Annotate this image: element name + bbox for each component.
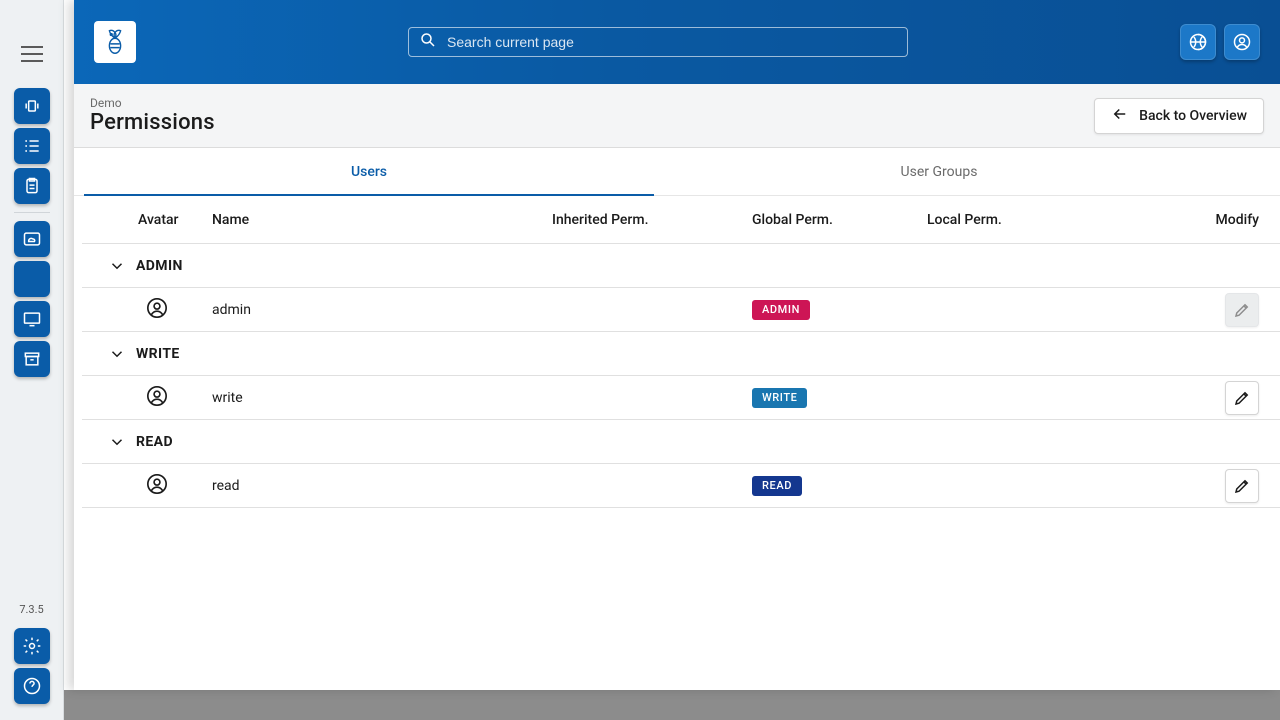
cell-global: READ: [752, 476, 927, 496]
group-label: WRITE: [136, 346, 180, 362]
page-header: Demo Permissions Back to Overview: [74, 84, 1280, 148]
perm-chip: WRITE: [752, 388, 807, 408]
cell-name: read: [212, 478, 552, 494]
edit-button[interactable]: [1225, 469, 1259, 503]
edit-button: [1225, 293, 1259, 327]
nav-deploy-icon[interactable]: [14, 88, 50, 124]
cell-name: write: [212, 390, 552, 406]
edit-button[interactable]: [1225, 381, 1259, 415]
version-label: 7.3.5: [19, 603, 43, 616]
col-avatar: Avatar: [82, 212, 212, 228]
nav-settings-icon[interactable]: [14, 628, 50, 664]
chevron-down-icon: [108, 257, 126, 275]
breadcrumb[interactable]: Demo: [90, 96, 215, 110]
nav-list-icon[interactable]: [14, 128, 50, 164]
cell-global: ADMIN: [752, 300, 927, 320]
col-modify: Modify: [1187, 212, 1267, 228]
search-box[interactable]: [408, 27, 908, 57]
search-icon: [419, 31, 437, 53]
group-row[interactable]: ADMIN: [82, 244, 1280, 288]
page-title: Permissions: [90, 110, 215, 135]
col-inherited: Inherited Perm.: [552, 212, 752, 228]
perm-chip: READ: [752, 476, 802, 496]
col-global: Global Perm.: [752, 212, 927, 228]
permissions-table: Avatar Name Inherited Perm. Global Perm.…: [74, 196, 1280, 690]
group-row[interactable]: READ: [82, 420, 1280, 464]
nav-rail: 7.3.5: [0, 0, 64, 720]
group-label: ADMIN: [136, 258, 183, 274]
tab-users[interactable]: Users: [84, 148, 654, 195]
chevron-down-icon: [108, 433, 126, 451]
top-bar: [74, 0, 1280, 84]
back-button-label: Back to Overview: [1139, 108, 1247, 124]
rail-divider: [14, 212, 50, 213]
table-row: admin ADMIN: [82, 288, 1280, 332]
table-row: write WRITE: [82, 376, 1280, 420]
perm-chip: ADMIN: [752, 300, 810, 320]
group-label: READ: [136, 434, 173, 450]
user-icon: [146, 483, 168, 499]
cell-name: admin: [212, 302, 552, 318]
group-row[interactable]: WRITE: [82, 332, 1280, 376]
nav-apps-icon[interactable]: [14, 261, 50, 297]
search-input[interactable]: [447, 34, 897, 50]
main-panel: Demo Permissions Back to Overview Users …: [74, 0, 1280, 690]
nav-archive-icon[interactable]: [14, 341, 50, 377]
arrow-left-icon: [1111, 105, 1129, 127]
col-local: Local Perm.: [927, 212, 1187, 228]
theme-button[interactable]: [1180, 24, 1216, 60]
hamburger-button[interactable]: [21, 46, 43, 62]
col-name: Name: [212, 212, 552, 228]
nav-cloud-icon[interactable]: [14, 221, 50, 257]
user-icon: [146, 395, 168, 411]
logo[interactable]: [94, 21, 136, 63]
back-button[interactable]: Back to Overview: [1094, 98, 1264, 134]
nav-help-icon[interactable]: [14, 668, 50, 704]
user-icon: [146, 307, 168, 323]
nav-clipboard-icon[interactable]: [14, 168, 50, 204]
table-row: read READ: [82, 464, 1280, 508]
tab-user-groups[interactable]: User Groups: [654, 148, 1224, 195]
table-header-row: Avatar Name Inherited Perm. Global Perm.…: [82, 196, 1280, 244]
account-button[interactable]: [1224, 24, 1260, 60]
chevron-down-icon: [108, 345, 126, 363]
nav-monitor-icon[interactable]: [14, 301, 50, 337]
tabs: Users User Groups: [74, 148, 1280, 196]
cell-global: WRITE: [752, 388, 927, 408]
